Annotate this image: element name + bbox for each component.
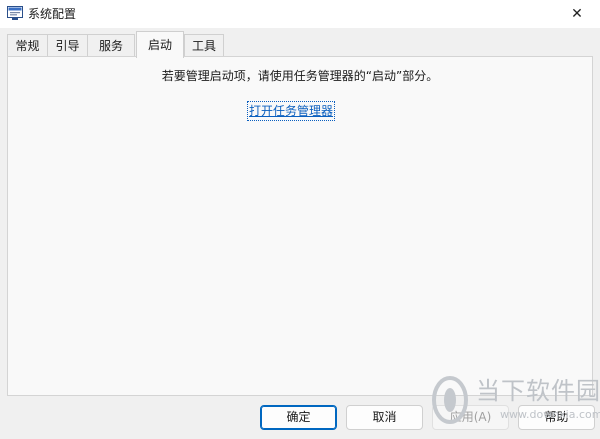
ok-button[interactable]: 确定 [260,405,337,430]
open-task-manager-link[interactable]: 打开任务管理器 [246,101,336,121]
tab-general[interactable]: 常规 [7,34,48,56]
close-button[interactable]: ✕ [554,0,600,28]
tab-boot[interactable]: 引导 [47,34,88,56]
msconfig-icon [7,6,23,20]
tab-strip: 常规 引导 服务 启动 工具 [0,30,600,58]
title-bar: 系统配置 ✕ [0,0,600,28]
startup-panel: 若要管理启动项，请使用任务管理器的“启动”部分。 打开任务管理器 [7,56,593,396]
cancel-button[interactable]: 取消 [346,405,423,430]
apply-button[interactable]: 应用(A) [432,405,509,430]
startup-message: 若要管理启动项，请使用任务管理器的“启动”部分。 [161,69,439,83]
tab-startup[interactable]: 启动 [136,31,184,58]
close-icon: ✕ [571,6,583,22]
tab-services[interactable]: 服务 [87,34,135,56]
window-title: 系统配置 [28,7,77,21]
help-button[interactable]: 帮助 [518,405,595,430]
tab-tools[interactable]: 工具 [184,34,224,56]
